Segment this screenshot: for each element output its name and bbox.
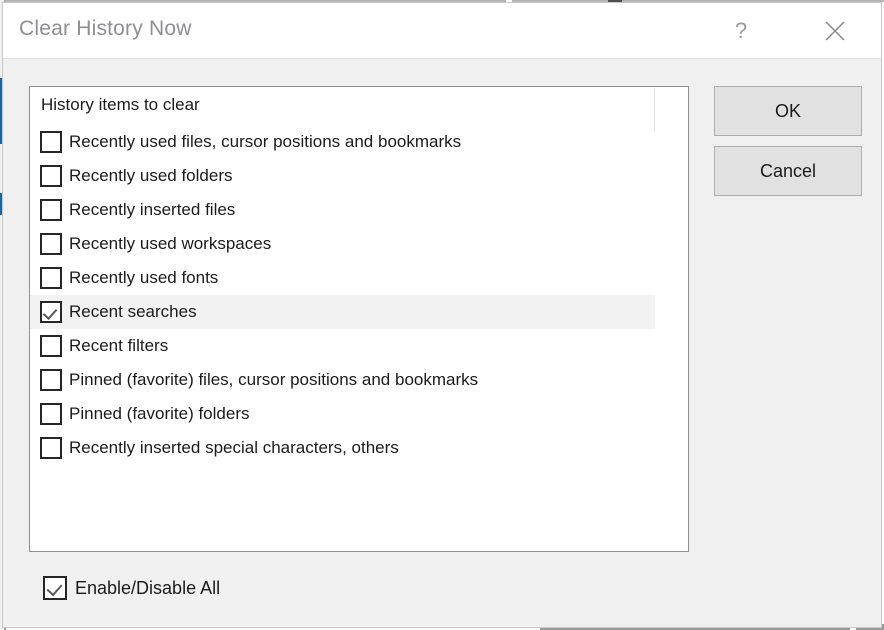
list-item-checkbox[interactable] [40,131,62,153]
enable-disable-all-row[interactable]: Enable/Disable All [43,576,220,600]
listbox-header: History items to clear [41,95,200,114]
list-item-checkbox[interactable] [40,165,62,187]
list-item-label: Recently used files, cursor positions an… [69,132,462,151]
list-item[interactable]: Recently inserted files [30,193,655,227]
list-item-label: Recently used folders [69,166,233,185]
list-item-checkbox[interactable] [40,233,62,255]
list-item-label: Recent filters [69,336,169,355]
cancel-button[interactable]: Cancel [714,146,862,196]
list-item-checkbox[interactable] [40,301,62,323]
clear-history-dialog: Clear History Now ? History items to cle… [2,2,882,628]
list-item-label: Recently inserted files [69,200,236,219]
list-item-label: Recently inserted special characters, ot… [69,438,399,457]
history-items-listbox[interactable]: History items to clear Recently used fil… [29,86,689,552]
list-item-checkbox[interactable] [40,267,62,289]
dialog-body: History items to clear Recently used fil… [3,59,881,628]
list-item-checkbox[interactable] [40,437,62,459]
list-item[interactable]: Recent searches [30,295,655,329]
list-item-label: Recently used workspaces [69,234,272,253]
list-item[interactable]: Pinned (favorite) folders [30,397,655,431]
help-button[interactable]: ? [713,3,769,58]
list-item[interactable]: Recently used workspaces [30,227,655,261]
ok-button[interactable]: OK [714,86,862,136]
list-item-label: Pinned (favorite) files, cursor position… [69,370,479,389]
list-item-checkbox[interactable] [40,403,62,425]
list-item-checkbox[interactable] [40,199,62,221]
list-item[interactable]: Recently used folders [30,159,655,193]
dialog-title: Clear History Now [19,17,192,40]
enable-disable-all-checkbox[interactable] [43,576,67,600]
list-item-label: Pinned (favorite) folders [69,404,250,423]
question-mark-icon: ? [734,17,748,43]
list-item[interactable]: Recently used files, cursor positions an… [30,125,655,159]
list-item-checkbox[interactable] [40,369,62,391]
list-item[interactable]: Recently used fonts [30,261,655,295]
close-x-icon [825,21,845,40]
list-item-checkbox[interactable] [40,335,62,357]
list-item-label: Recent searches [69,302,197,321]
list-item[interactable]: Pinned (favorite) files, cursor position… [30,363,655,397]
list-item[interactable]: Recently inserted special characters, ot… [30,431,655,465]
dialog-title-bar: Clear History Now ? [3,3,881,59]
listbox-items: Recently used files, cursor positions an… [30,125,688,465]
list-item[interactable]: Recent filters [30,329,655,363]
close-button[interactable] [807,3,863,58]
list-item-label: Recently used fonts [69,268,219,287]
enable-disable-all-label: Enable/Disable All [75,577,221,598]
